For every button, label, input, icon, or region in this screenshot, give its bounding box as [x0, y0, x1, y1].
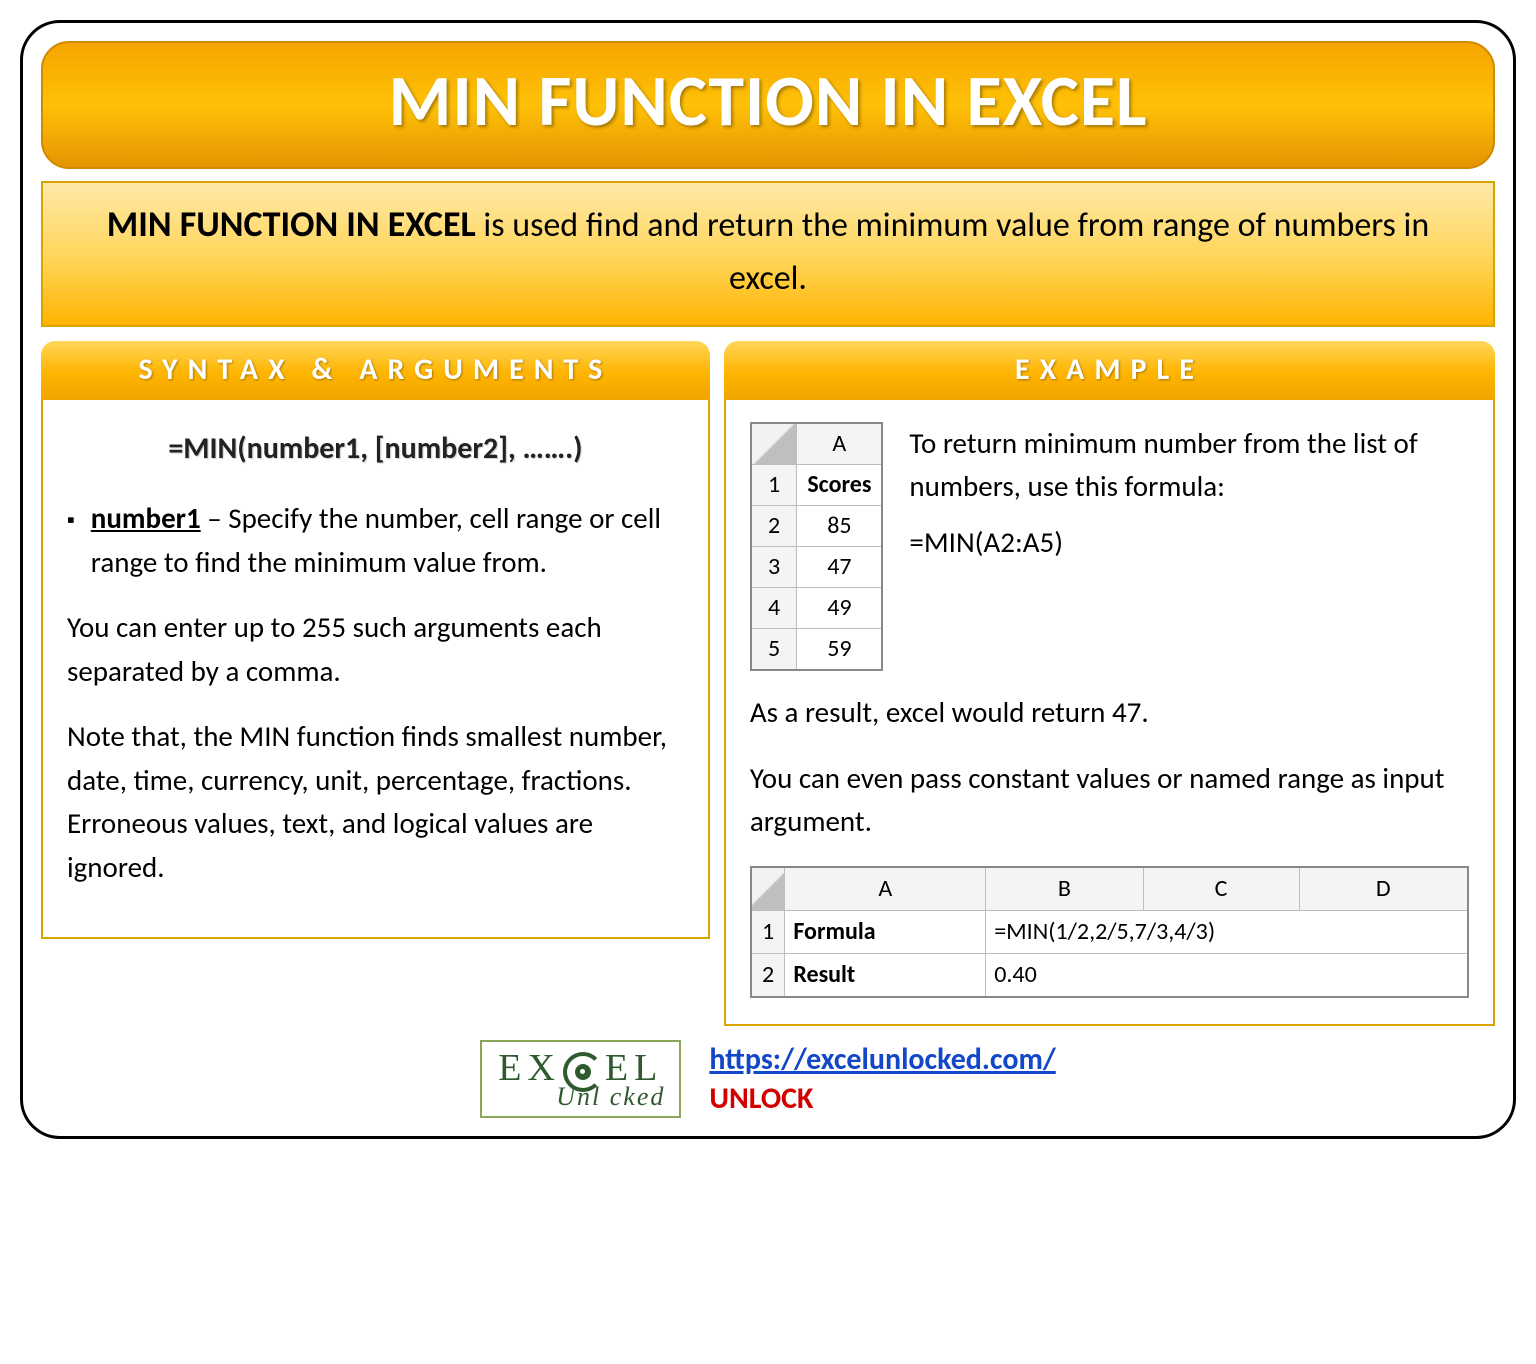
cell-formula-value: =MIN(1/2,2/5,7/3,4/3)	[986, 910, 1468, 953]
intro-lead: MIN FUNCTION IN EXCEL	[107, 202, 476, 246]
keyhole-icon	[575, 1064, 591, 1080]
syntax-header: SYNTAX & ARGUMENTS	[41, 341, 710, 400]
cell-label-result: Result	[785, 953, 986, 997]
logo: EX EL Unl cked	[480, 1040, 681, 1118]
row-header: 1	[751, 465, 797, 506]
intro-banner: MIN FUNCTION IN EXCEL is used find and r…	[41, 181, 1495, 327]
row-header: 5	[751, 629, 797, 671]
logo-text-left: EX	[498, 1049, 561, 1087]
col-header: A	[785, 867, 986, 911]
example-body: A 1 Scores 2 85 3 47	[724, 400, 1495, 1026]
col-header: B	[986, 867, 1143, 911]
cell-value: 49	[797, 588, 883, 629]
row-header: 2	[751, 506, 797, 547]
argument-block: ▪ number1 – Specify the number, cell ran…	[67, 497, 684, 584]
table-corner	[751, 423, 797, 465]
syntax-note-2: Note that, the MIN function finds smalle…	[67, 715, 684, 889]
arg-name: number1	[91, 500, 201, 536]
row-header: 2	[751, 953, 785, 997]
syntax-formula: =MIN(number1, [number2], …….)	[67, 426, 684, 471]
example-extra: You can even pass constant values or nam…	[750, 757, 1469, 844]
syntax-note-1: You can enter up to 255 such arguments e…	[67, 606, 684, 693]
footer: EX EL Unl cked https://excelunlocked.com…	[41, 1040, 1495, 1118]
cell-label-formula: Formula	[785, 910, 986, 953]
example-column: EXAMPLE A 1 Scores 2 8	[724, 341, 1495, 1026]
cell-scores-header: Scores	[797, 465, 883, 506]
title-banner: MIN FUNCTION IN EXCEL	[41, 41, 1495, 169]
syntax-body: =MIN(number1, [number2], …….) ▪ number1 …	[41, 400, 710, 939]
example-table-formula: A B C D 1 Formula =MIN(1/2,2/5,7/3,4/3) …	[750, 866, 1469, 998]
logo-c-icon	[563, 1052, 603, 1092]
col-header-a: A	[797, 423, 883, 465]
example-desc: To return minimum number from the list o…	[909, 422, 1469, 506]
row-header: 3	[751, 547, 797, 588]
cell-value: 85	[797, 506, 883, 547]
col-header: D	[1299, 867, 1468, 911]
row-header: 1	[751, 910, 785, 953]
row-header: 4	[751, 588, 797, 629]
intro-rest: is used find and return the minimum valu…	[476, 205, 1429, 299]
col-header: C	[1143, 867, 1299, 911]
example-header: EXAMPLE	[724, 341, 1495, 400]
infographic-card: MIN FUNCTION IN EXCEL MIN FUNCTION IN EX…	[20, 20, 1516, 1139]
bullet-icon: ▪	[67, 503, 75, 584]
footer-url[interactable]: https://excelunlocked.com/	[709, 1040, 1055, 1079]
cell-value: 59	[797, 629, 883, 671]
syntax-column: SYNTAX & ARGUMENTS =MIN(number1, [number…	[41, 341, 710, 1026]
table-corner	[751, 867, 785, 911]
example-formula: =MIN(A2:A5)	[909, 521, 1469, 563]
cell-value: 47	[797, 547, 883, 588]
example-table-scores: A 1 Scores 2 85 3 47	[750, 422, 884, 671]
cell-result-value: 0.40	[986, 953, 1468, 997]
example-result: As a result, excel would return 47.	[750, 691, 1469, 735]
footer-unlock: UNLOCK	[709, 1079, 1055, 1118]
